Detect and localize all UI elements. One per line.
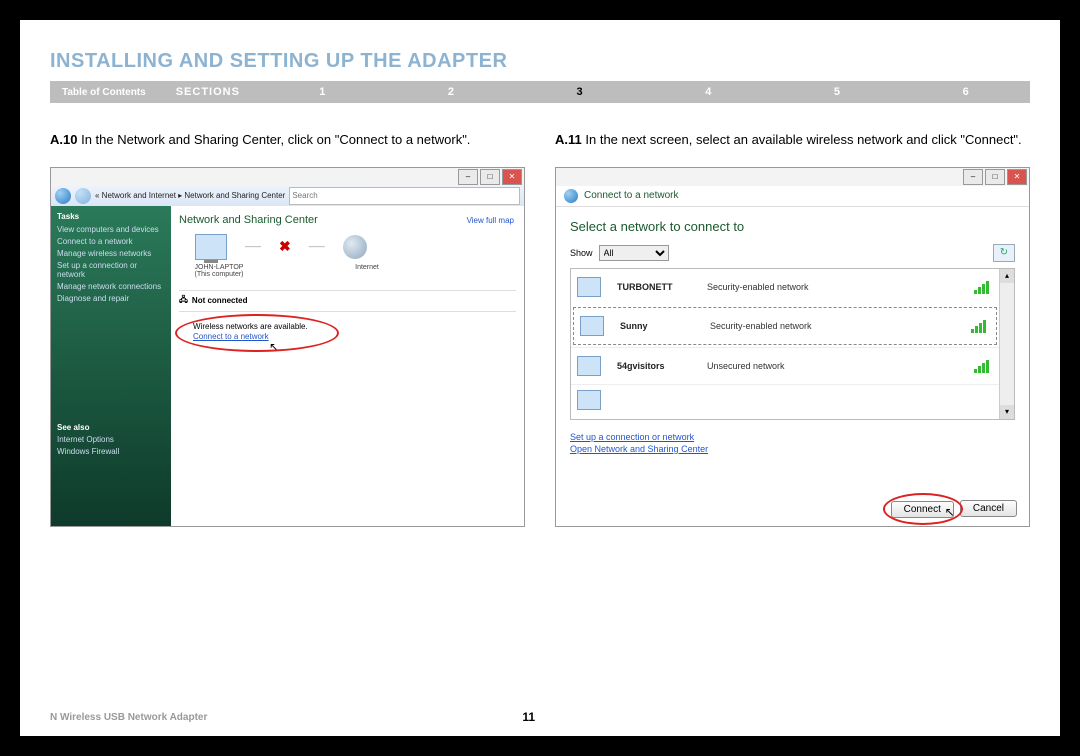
minimize-button[interactable]: – [963, 169, 983, 185]
scroll-up-icon[interactable]: ▴ [1000, 269, 1014, 283]
scrollbar[interactable]: ▴ ▾ [999, 269, 1014, 419]
network-icon [580, 316, 604, 336]
window-controls: – □ ✕ [556, 168, 1029, 186]
step-a10: A.10 In the Network and Sharing Center, … [50, 131, 525, 149]
dialog-icon [564, 189, 578, 203]
section-nav: Table of Contents SECTIONS 1 2 3 4 5 6 [50, 81, 1030, 103]
dialog-header: Select a network to connect to [570, 219, 1015, 234]
section-2[interactable]: 2 [387, 86, 516, 98]
window-controls: – □ ✕ [51, 168, 524, 186]
signal-icon [974, 280, 989, 294]
address-bar: « Network and Internet ▸ Network and Sha… [51, 186, 524, 206]
left-column: A.10 In the Network and Sharing Center, … [50, 131, 525, 527]
product-name: N Wireless USB Network Adapter [50, 712, 207, 723]
step-a11: A.11 In the next screen, select an avail… [555, 131, 1030, 149]
sections-label: SECTIONS [158, 86, 258, 98]
minimize-button[interactable]: – [458, 169, 478, 185]
network-name: TURBONETT [617, 282, 707, 292]
step-text: In the next screen, select an available … [585, 132, 1021, 147]
panel-header: Network and Sharing Center [179, 214, 516, 226]
maximize-button[interactable]: □ [985, 169, 1005, 185]
tasks-heading: Tasks [57, 212, 165, 221]
show-select[interactable]: All [599, 245, 669, 261]
view-full-map-link[interactable]: View full map [467, 216, 514, 225]
see-also-heading: See also [57, 423, 165, 432]
sidebar-link[interactable]: Manage wireless networks [57, 249, 165, 258]
sidebar-link[interactable]: View computers and devices [57, 225, 165, 234]
close-button[interactable]: ✕ [502, 169, 522, 185]
setup-connection-link[interactable]: Set up a connection or network [570, 432, 1015, 442]
right-column: A.11 In the next screen, select an avail… [555, 131, 1030, 527]
signal-icon [974, 359, 989, 373]
network-name: 54gvisitors [617, 361, 707, 371]
dialog-title-bar: Connect to a network [556, 186, 1029, 207]
breadcrumb[interactable]: « Network and Internet ▸ Network and Sha… [95, 191, 285, 200]
step-text: In the Network and Sharing Center, click… [81, 132, 470, 147]
annotation-circle [175, 314, 339, 352]
computer-icon [195, 234, 227, 260]
network-type: Security-enabled network [710, 321, 812, 331]
dialog-links: Set up a connection or network Open Netw… [570, 432, 1015, 454]
network-map: —— ✖ —— [195, 234, 516, 260]
page-number: 11 [522, 710, 535, 724]
sidebar-link[interactable]: Manage network connections [57, 282, 165, 291]
scroll-down-icon[interactable]: ▾ [1000, 405, 1014, 419]
step-num: A.10 [50, 132, 77, 147]
maximize-button[interactable]: □ [480, 169, 500, 185]
sidebar-link[interactable]: Internet Options [57, 435, 165, 444]
section-6[interactable]: 6 [901, 86, 1030, 98]
network-row[interactable] [571, 384, 999, 415]
page-title: INSTALLING AND SETTING UP THE ADAPTER [50, 50, 1030, 73]
network-icon [577, 277, 601, 297]
step-num: A.11 [555, 132, 582, 147]
refresh-button[interactable]: ↻ [993, 244, 1015, 262]
forward-icon[interactable] [75, 188, 91, 204]
sidebar-link[interactable]: Diagnose and repair [57, 294, 165, 303]
internet-icon [343, 235, 367, 259]
section-1[interactable]: 1 [258, 86, 387, 98]
network-type: Unsecured network [707, 361, 785, 371]
network-name: Sunny [620, 321, 710, 331]
network-icon: 🖧 [179, 294, 188, 308]
cursor-icon: ↖ [945, 505, 955, 519]
show-filter-row: Show All ↻ [570, 244, 1015, 262]
signal-icon [971, 319, 986, 333]
network-icon [577, 390, 601, 410]
sidebar-link[interactable]: Set up a connection or network [57, 261, 165, 279]
back-icon[interactable] [55, 188, 71, 204]
network-row[interactable]: TURBONETT Security-enabled network [571, 269, 999, 305]
network-row-selected[interactable]: Sunny Security-enabled network [573, 307, 997, 345]
not-connected-row: 🖧 Not connected [179, 290, 516, 312]
close-button[interactable]: ✕ [1007, 169, 1027, 185]
sidebar-link[interactable]: Connect to a network [57, 237, 165, 246]
sidebar-link[interactable]: Windows Firewall [57, 447, 165, 456]
screenshot-connect-dialog: – □ ✕ Connect to a network Select a netw… [555, 167, 1030, 527]
cancel-button[interactable]: Cancel [960, 500, 1017, 517]
network-type: Security-enabled network [707, 282, 809, 292]
pc-sublabel: (This computer) [194, 271, 243, 278]
dialog-title: Connect to a network [584, 190, 679, 201]
toc-link[interactable]: Table of Contents [50, 87, 158, 98]
section-5[interactable]: 5 [773, 86, 902, 98]
page-footer: N Wireless USB Network Adapter 11 [50, 710, 1030, 724]
manual-page: INSTALLING AND SETTING UP THE ADAPTER Ta… [20, 20, 1060, 736]
show-label: Show [570, 248, 593, 258]
network-row[interactable]: 54gvisitors Unsecured network [571, 347, 999, 384]
pc-label: JOHN-LAPTOP [195, 264, 244, 271]
main-panel: Network and Sharing Center View full map… [171, 206, 524, 526]
section-3[interactable]: 3 [515, 86, 644, 98]
internet-label: Internet [335, 264, 399, 278]
network-icon [577, 356, 601, 376]
network-list: TURBONETT Security-enabled network Sunny… [570, 268, 1015, 420]
search-input[interactable] [289, 187, 520, 205]
section-4[interactable]: 4 [644, 86, 773, 98]
disconnected-icon: ✖ [279, 238, 291, 255]
screenshot-network-sharing: – □ ✕ « Network and Internet ▸ Network a… [50, 167, 525, 527]
open-sharing-center-link[interactable]: Open Network and Sharing Center [570, 444, 1015, 454]
tasks-sidebar: Tasks View computers and devices Connect… [51, 206, 171, 526]
